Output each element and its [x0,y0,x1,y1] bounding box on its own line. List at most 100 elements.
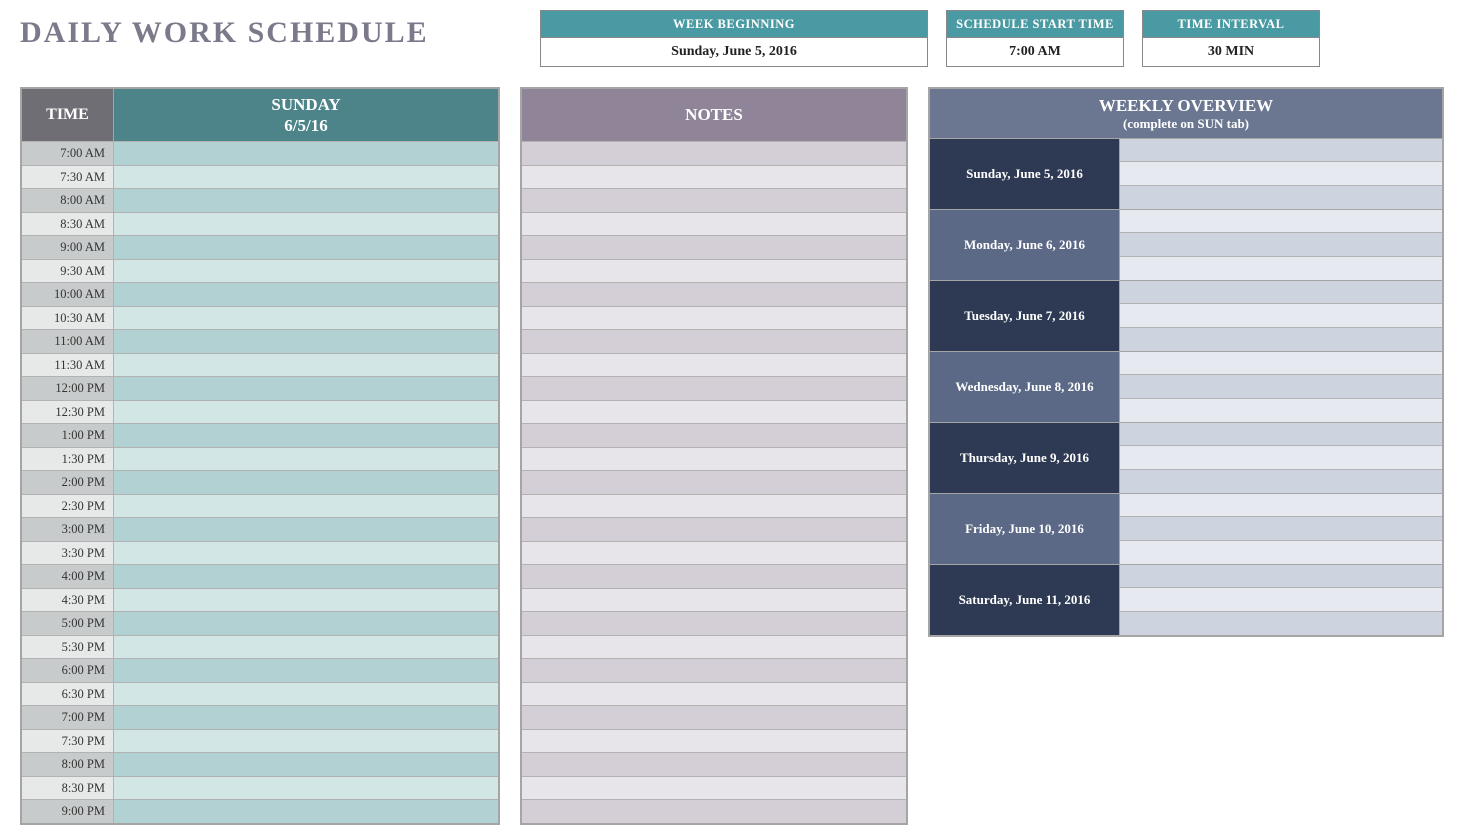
schedule-row: 4:30 PM [22,588,498,612]
info-boxes: WEEK BEGINNING Sunday, June 5, 2016 SCHE… [540,10,1320,67]
task-cell[interactable] [114,612,498,635]
note-row[interactable] [522,635,906,659]
task-cell[interactable] [114,236,498,259]
overview-cell[interactable] [1120,470,1442,493]
note-row[interactable] [522,329,906,353]
task-cell[interactable] [114,753,498,776]
task-cell[interactable] [114,377,498,400]
overview-cell[interactable] [1120,186,1442,209]
note-row[interactable] [522,588,906,612]
overview-cell[interactable] [1120,328,1442,351]
overview-cell[interactable] [1120,494,1442,518]
note-row[interactable] [522,259,906,283]
time-cell: 5:00 PM [22,612,114,635]
task-cell[interactable] [114,589,498,612]
note-row[interactable] [522,400,906,424]
task-cell[interactable] [114,636,498,659]
start-time-value[interactable]: 7:00 AM [947,38,1123,66]
task-cell[interactable] [114,166,498,189]
overview-title: WEEKLY OVERVIEW [930,95,1442,116]
note-row[interactable] [522,306,906,330]
task-cell[interactable] [114,283,498,306]
task-cell[interactable] [114,213,498,236]
note-row[interactable] [522,658,906,682]
task-cell[interactable] [114,424,498,447]
time-cell: 8:30 AM [22,213,114,236]
schedule-row: 3:00 PM [22,517,498,541]
overview-cell[interactable] [1120,612,1442,635]
overview-cell[interactable] [1120,541,1442,564]
overview-cell[interactable] [1120,565,1442,589]
time-header: TIME [22,87,114,141]
task-cell[interactable] [114,683,498,706]
week-beginning-value[interactable]: Sunday, June 5, 2016 [541,38,927,66]
time-cell: 2:00 PM [22,471,114,494]
time-cell: 7:30 PM [22,730,114,753]
note-row[interactable] [522,188,906,212]
note-row[interactable] [522,541,906,565]
note-row[interactable] [522,353,906,377]
note-row[interactable] [522,611,906,635]
task-cell[interactable] [114,800,498,823]
note-row[interactable] [522,212,906,236]
overview-cell[interactable] [1120,139,1442,163]
overview-cell[interactable] [1120,233,1442,257]
overview-cells [1120,565,1442,635]
note-row[interactable] [522,141,906,165]
note-row[interactable] [522,517,906,541]
task-cell[interactable] [114,307,498,330]
overview-cell[interactable] [1120,257,1442,280]
time-cell: 8:00 PM [22,753,114,776]
task-cell[interactable] [114,354,498,377]
task-cell[interactable] [114,330,498,353]
note-row[interactable] [522,729,906,753]
note-row[interactable] [522,494,906,518]
note-row[interactable] [522,423,906,447]
overview-cell[interactable] [1120,162,1442,186]
note-row[interactable] [522,752,906,776]
task-cell[interactable] [114,542,498,565]
overview-cell[interactable] [1120,423,1442,447]
overview-cell[interactable] [1120,588,1442,612]
overview-cell[interactable] [1120,304,1442,328]
overview-day-label: Saturday, June 11, 2016 [930,565,1120,635]
overview-cell[interactable] [1120,352,1442,376]
task-cell[interactable] [114,777,498,800]
note-row[interactable] [522,235,906,259]
task-cell[interactable] [114,189,498,212]
task-cell[interactable] [114,260,498,283]
overview-cell[interactable] [1120,281,1442,305]
note-row[interactable] [522,376,906,400]
task-cell[interactable] [114,471,498,494]
overview-cell[interactable] [1120,210,1442,234]
overview-cell[interactable] [1120,517,1442,541]
note-row[interactable] [522,165,906,189]
time-cell: 8:00 AM [22,189,114,212]
note-row[interactable] [522,470,906,494]
task-cell[interactable] [114,518,498,541]
task-cell[interactable] [114,142,498,165]
task-cell[interactable] [114,730,498,753]
note-row[interactable] [522,705,906,729]
task-cell[interactable] [114,401,498,424]
interval-value[interactable]: 30 MIN [1143,38,1319,66]
note-row[interactable] [522,447,906,471]
time-cell: 8:30 PM [22,777,114,800]
overview-cell[interactable] [1120,375,1442,399]
task-cell[interactable] [114,659,498,682]
task-cell[interactable] [114,706,498,729]
time-cell: 5:30 PM [22,636,114,659]
note-row[interactable] [522,564,906,588]
overview-cell[interactable] [1120,399,1442,422]
note-row[interactable] [522,799,906,823]
overview-cells [1120,139,1442,209]
note-row[interactable] [522,776,906,800]
note-row[interactable] [522,282,906,306]
task-cell[interactable] [114,448,498,471]
overview-cell[interactable] [1120,446,1442,470]
task-cell[interactable] [114,565,498,588]
schedule-row: 3:30 PM [22,541,498,565]
schedule-row: 12:00 PM [22,376,498,400]
task-cell[interactable] [114,495,498,518]
note-row[interactable] [522,682,906,706]
